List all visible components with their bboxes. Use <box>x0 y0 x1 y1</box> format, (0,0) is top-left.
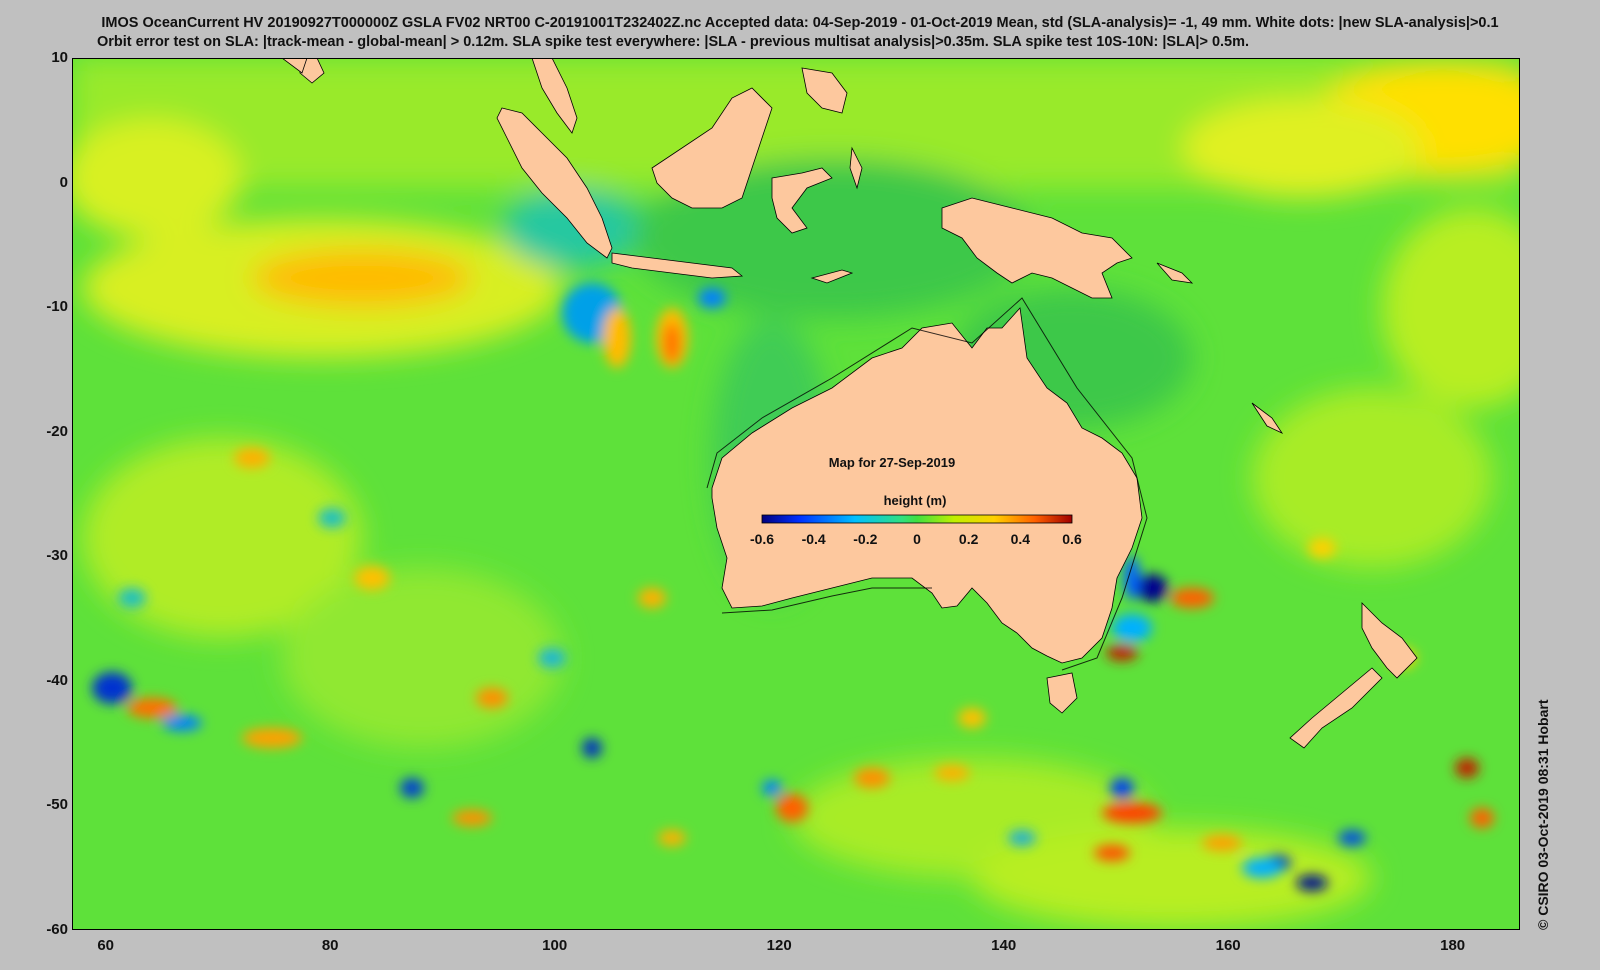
lat-tick-label: -30 <box>46 547 68 565</box>
map-date-label: Map for 27-Sep-2019 <box>829 455 955 470</box>
colorbar-tick-label: 0.4 <box>1011 531 1031 547</box>
colorbar-title: height (m) <box>884 493 947 508</box>
colorbar-tick-label: -0.6 <box>750 531 774 547</box>
colorbar-tick-label: 0.2 <box>959 531 979 547</box>
lat-tick-label: -50 <box>46 796 68 814</box>
sea-level-map: Map for 27-Sep-2019 height (m) -0.6 -0.4 -… <box>72 58 1520 930</box>
header-line-1: IMOS OceanCurrent HV 20190927T000000Z GS… <box>101 15 1499 31</box>
lon-tick-label: 100 <box>542 937 568 954</box>
colorbar-tick-label: -0.2 <box>853 531 877 547</box>
colorbar-tick-label: -0.4 <box>802 531 826 547</box>
lat-tick-label: 0 <box>59 173 68 191</box>
colorbar <box>761 514 1073 524</box>
lat-tick-label: -10 <box>46 298 68 316</box>
header-line-2: Orbit error test on SLA: |track-mean - g… <box>96 34 1250 50</box>
lat-tick-label: -60 <box>46 921 68 938</box>
lat-tick-label: -40 <box>46 671 68 689</box>
lon-tick-label: 120 <box>766 937 792 954</box>
lon-tick-label: 160 <box>1215 937 1241 954</box>
colorbar-tick-label: 0.6 <box>1062 531 1082 547</box>
colorbar-tick-label: 0 <box>913 531 921 547</box>
lat-tick-label: -20 <box>46 422 68 440</box>
lon-tick-label: 60 <box>97 937 115 954</box>
lon-tick-label: 140 <box>991 937 1017 954</box>
lon-tick-label: 180 <box>1440 937 1466 954</box>
lon-tick-label: 80 <box>321 937 339 954</box>
copyright-credit: © CSIRO 03-Oct-2019 08:31 Hobart <box>1535 699 1551 930</box>
lat-tick-label: 10 <box>51 49 68 66</box>
